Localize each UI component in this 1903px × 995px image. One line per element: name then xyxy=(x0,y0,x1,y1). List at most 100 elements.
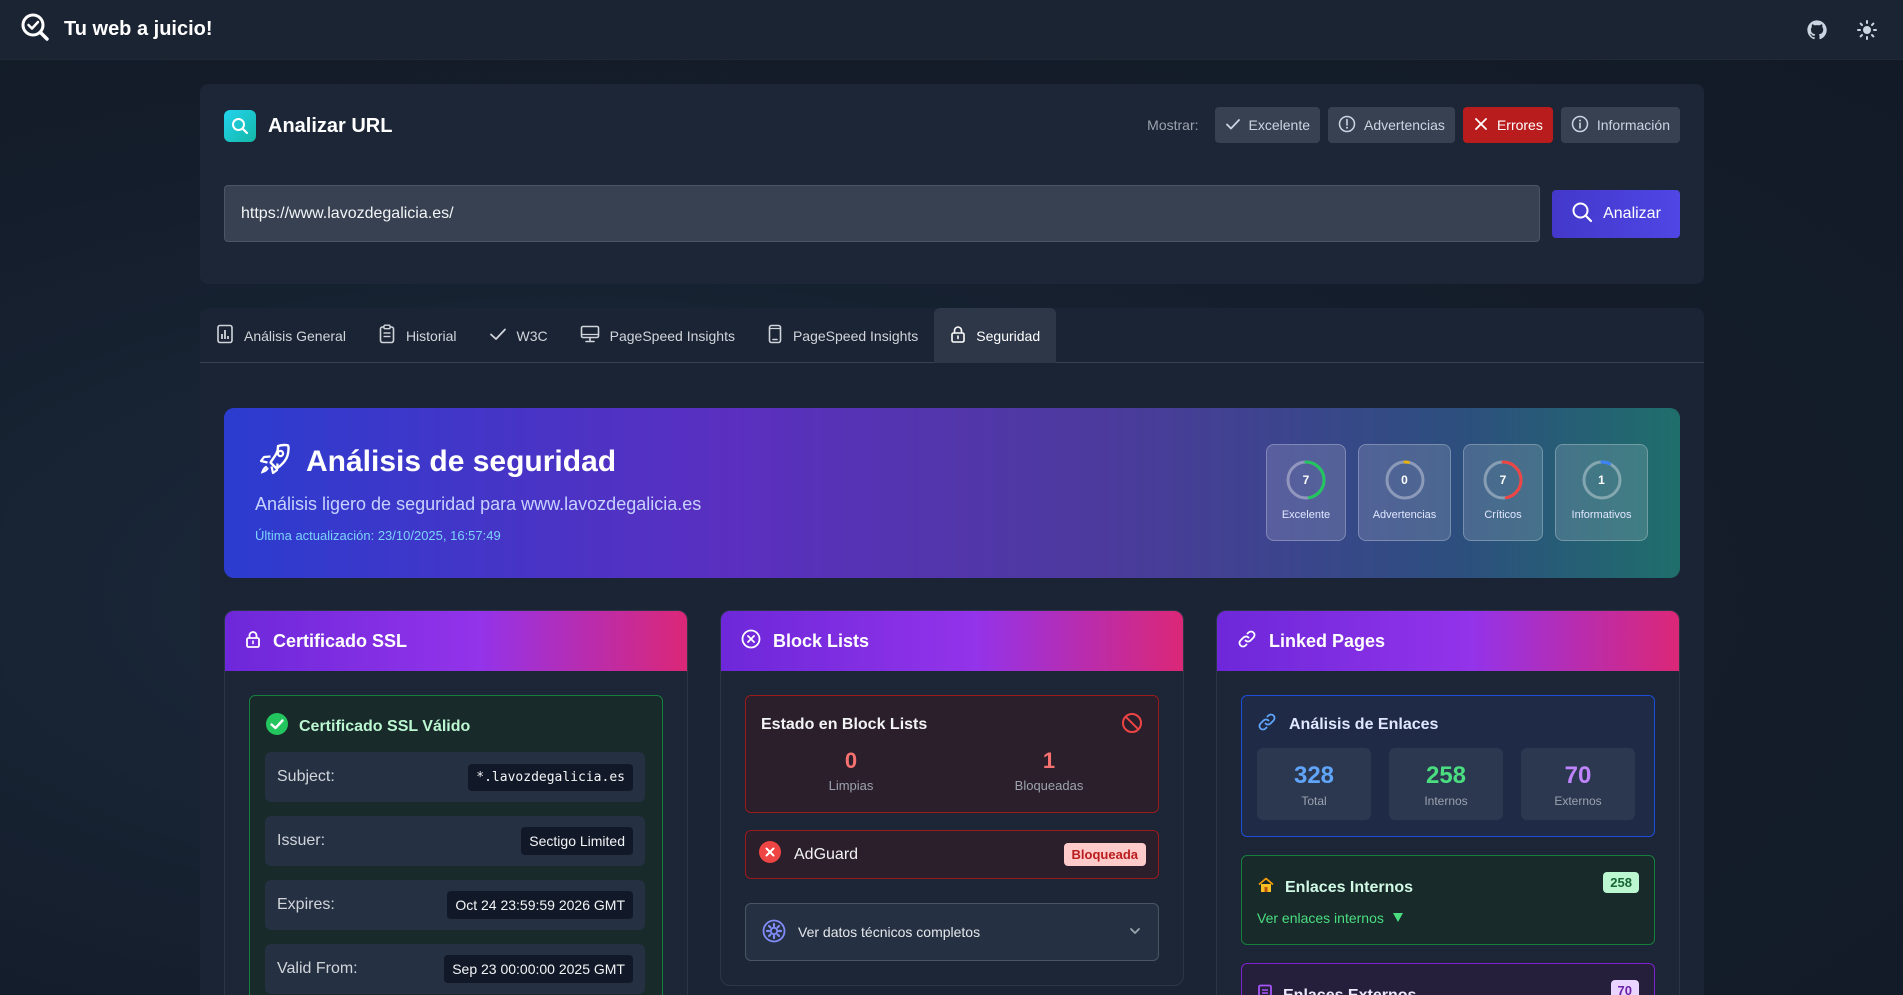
last-updated: Última actualización: 23/10/2025, 16:57:… xyxy=(255,528,501,543)
ssl-key: Subject: xyxy=(277,768,335,785)
desktop-monitor-icon xyxy=(580,325,600,346)
tab-label: W3C xyxy=(516,327,548,344)
show-internal-links-toggle[interactable]: Ver enlaces internos xyxy=(1257,910,1404,926)
filter-label: Excelente xyxy=(1248,117,1310,133)
triangle-down-icon xyxy=(1392,910,1404,926)
home-icon xyxy=(1257,876,1275,899)
stat-critical: 7 Críticos xyxy=(1463,444,1543,541)
links-total-label: Total xyxy=(1301,794,1327,808)
blocked-count: 1 Bloqueadas xyxy=(974,748,1124,793)
external-links-title: Enlaces Externos xyxy=(1283,986,1417,995)
links-internal-value: 258 xyxy=(1425,762,1467,789)
ssl-value: Sep 23 00:00:00 2025 GMT xyxy=(444,955,633,983)
tab-label: Historial xyxy=(405,327,457,344)
ssl-value: *.lavozdegalicia.es xyxy=(468,763,633,791)
ssl-row-subject: Subject: *.lavozdegalicia.es xyxy=(265,752,645,802)
stat-value: 7 xyxy=(1302,473,1310,487)
rocket-icon xyxy=(258,442,292,481)
link-icon xyxy=(1257,712,1277,737)
tab-pagespeed-mobile[interactable]: PageSpeed Insights xyxy=(751,308,934,363)
linked-pages-card: Linked Pages Análisis de Enlaces 328 Tot… xyxy=(1216,610,1680,995)
tab-security[interactable]: Seguridad xyxy=(934,308,1057,363)
blocklist-entry-adguard: AdGuard Bloqueada xyxy=(745,830,1159,879)
ssl-key: Expires: xyxy=(277,896,335,913)
github-icon[interactable] xyxy=(1805,18,1829,42)
check-icon xyxy=(1225,116,1241,135)
tab-label: Seguridad xyxy=(976,327,1041,344)
ssl-details: Certificado SSL Válido Subject: *.lavozd… xyxy=(249,695,663,995)
x-circle-filled-icon xyxy=(758,840,782,869)
filter-label: Errores xyxy=(1496,117,1543,133)
links-analysis-title: Análisis de Enlaces xyxy=(1289,715,1439,733)
blocked-count-label: Bloqueadas xyxy=(1014,778,1084,793)
ssl-key: Valid From: xyxy=(277,960,358,977)
links-external-label: Externos xyxy=(1554,794,1602,808)
tab-pagespeed-desktop[interactable]: PageSpeed Insights xyxy=(564,308,751,363)
links-analysis: Análisis de Enlaces 328 Total 258 Intern… xyxy=(1241,695,1655,837)
top-bar: Tu web a juicio! xyxy=(0,0,1903,60)
linked-pages-card-title: Linked Pages xyxy=(1269,630,1386,651)
analyze-button[interactable]: Analizar xyxy=(1552,190,1680,238)
filter-label: Advertencias xyxy=(1364,117,1445,133)
search-check-logo-icon xyxy=(20,12,50,47)
clean-count-label: Limpias xyxy=(828,778,874,793)
url-input[interactable] xyxy=(224,185,1540,242)
filter-errors-button[interactable]: Errores xyxy=(1462,107,1553,143)
mobile-phone-icon xyxy=(767,324,783,347)
filter-info-button[interactable]: Información xyxy=(1560,107,1680,143)
tab-label: PageSpeed Insights xyxy=(609,327,735,344)
filter-label: Información xyxy=(1596,117,1670,133)
app-title: Tu web a juicio! xyxy=(64,18,213,40)
stat-label: Informativos xyxy=(1571,509,1632,521)
analyze-panel: Analizar URL Mostrar: Excelente Adverten… xyxy=(200,84,1704,284)
chart-report-icon xyxy=(216,324,234,347)
stat-label: Advertencias xyxy=(1372,509,1437,521)
blocklists-card-title: Block Lists xyxy=(773,630,870,651)
stat-label: Críticos xyxy=(1484,509,1522,521)
blocked-badge: Bloqueada xyxy=(1063,843,1146,866)
search-icon xyxy=(224,110,256,142)
links-internal: 258 Internos xyxy=(1389,748,1503,820)
links-external: 70 Externos xyxy=(1521,748,1635,820)
ssl-value: Oct 24 23:59:59 2026 GMT xyxy=(447,891,633,919)
technical-data-toggle[interactable]: Ver datos técnicos completos xyxy=(745,903,1159,961)
x-circle-icon xyxy=(741,629,761,654)
clipboard-icon xyxy=(378,324,396,347)
tab-general-analysis[interactable]: Análisis General xyxy=(200,308,362,363)
technical-data-label: Ver datos técnicos completos xyxy=(798,924,981,940)
links-internal-label: Internos xyxy=(1424,794,1468,808)
lock-icon xyxy=(245,630,261,653)
ssl-status: Certificado SSL Válido xyxy=(299,717,471,735)
stat-excellent: 7 Excelente xyxy=(1266,444,1346,541)
stat-value: 1 xyxy=(1598,473,1605,487)
stat-value: 0 xyxy=(1401,473,1408,487)
blocklist-status-title: Estado en Block Lists xyxy=(761,716,928,733)
ban-icon xyxy=(1121,712,1143,739)
blocklists-card: Block Lists Estado en Block Lists 0 Limp… xyxy=(720,610,1184,986)
stat-warnings: 0 Advertencias xyxy=(1358,444,1451,541)
alert-circle-icon xyxy=(1338,115,1356,136)
links-total-value: 328 xyxy=(1293,762,1335,789)
filter-warnings-button[interactable]: Advertencias xyxy=(1328,107,1455,143)
tab-w3c[interactable]: W3C xyxy=(473,308,564,363)
filter-group: Mostrar: Excelente Advertencias Errores … xyxy=(1147,107,1680,143)
check-circle-icon xyxy=(265,712,289,741)
ssl-key: Issuer: xyxy=(277,832,326,849)
link-icon xyxy=(1237,629,1257,654)
brand[interactable]: Tu web a juicio! xyxy=(20,12,213,47)
clean-count-value: 0 xyxy=(844,748,858,773)
hero-title: Análisis de seguridad xyxy=(306,444,617,478)
ssl-row-expires: Expires: Oct 24 23:59:59 2026 GMT xyxy=(265,880,645,930)
blocklist-status: Estado en Block Lists 0 Limpias 1 Bloque… xyxy=(745,695,1159,813)
analyze-label: Analizar xyxy=(1603,205,1661,222)
show-internal-links-label: Ver enlaces internos xyxy=(1257,910,1384,926)
tab-label: PageSpeed Insights xyxy=(792,327,919,344)
internal-links-section: Enlaces Internos 258 Ver enlaces interno… xyxy=(1241,855,1655,945)
stat-label: Excelente xyxy=(1281,509,1331,521)
tab-history[interactable]: Historial xyxy=(362,308,473,363)
stat-informative: 1 Informativos xyxy=(1555,444,1648,541)
check-icon xyxy=(489,325,507,346)
sun-theme-toggle-icon[interactable] xyxy=(1855,18,1879,42)
ssl-card-title: Certificado SSL xyxy=(273,630,408,651)
filter-excellent-button[interactable]: Excelente xyxy=(1214,107,1320,143)
